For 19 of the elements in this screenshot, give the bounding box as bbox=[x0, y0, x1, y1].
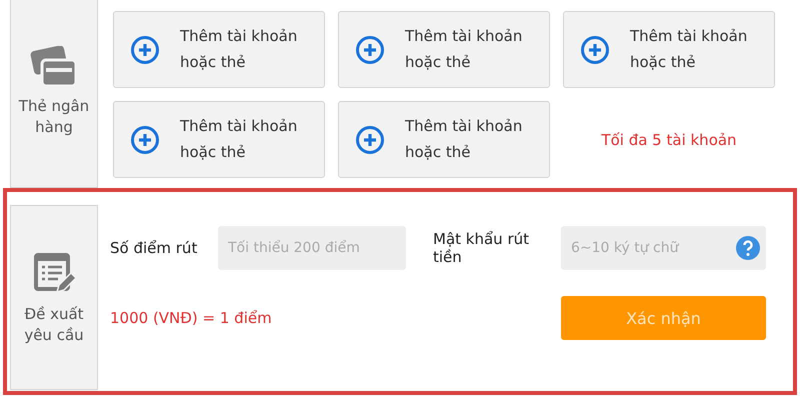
password-field[interactable]: 6~10 ký tự chữ bbox=[561, 226, 766, 270]
request-tab[interactable]: Đề xuất yêu cầu bbox=[10, 205, 98, 390]
rate-text: 1000 (VNĐ) = 1 điểm bbox=[110, 309, 273, 327]
add-icon bbox=[130, 124, 160, 154]
add-icon bbox=[355, 124, 385, 154]
add-card-button[interactable]: Thêm tài khoản hoặc thẻ bbox=[563, 11, 775, 88]
add-icon bbox=[355, 34, 385, 64]
password-label: Mật khẩu rút tiền bbox=[433, 230, 530, 266]
points-label: Số điểm rút bbox=[110, 239, 198, 257]
add-icon bbox=[130, 34, 160, 64]
add-icon bbox=[580, 34, 610, 64]
add-card-button[interactable]: Thêm tài khoản hoặc thẻ bbox=[338, 101, 550, 178]
add-card-button[interactable]: Thêm tài khoản hoặc thẻ bbox=[338, 11, 550, 88]
add-card-button[interactable]: Thêm tài khoản hoặc thẻ bbox=[113, 101, 325, 178]
add-card-button[interactable]: Thêm tài khoản hoặc thẻ bbox=[113, 11, 325, 88]
help-icon[interactable] bbox=[736, 236, 760, 260]
limit-note: Tối đa 5 tài khoản bbox=[601, 130, 737, 148]
points-field[interactable]: Tối thiểu 200 điểm bbox=[218, 226, 406, 270]
bank-card-tab[interactable]: Thẻ ngân hàng bbox=[10, 0, 98, 188]
